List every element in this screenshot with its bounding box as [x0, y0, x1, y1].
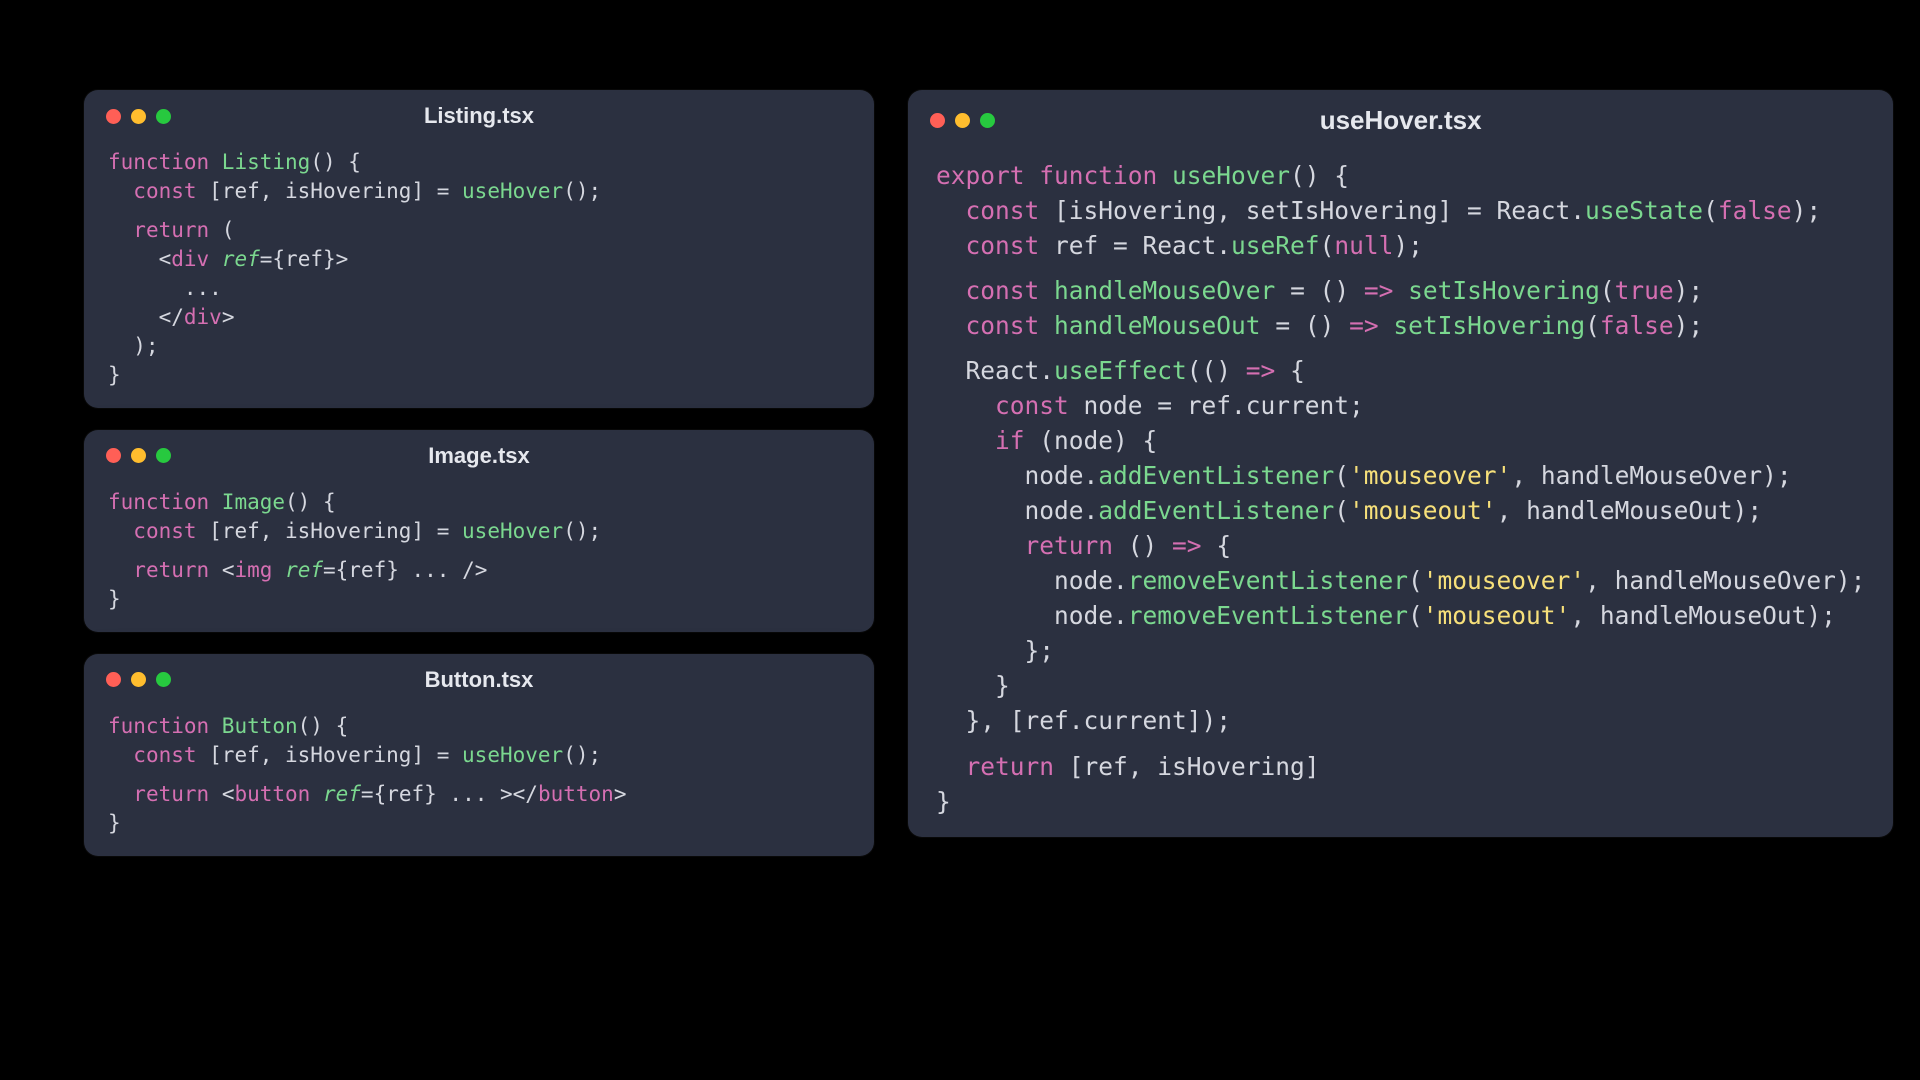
window-usehover-code[interactable]: export function useHover() { const [isHo…: [908, 150, 1893, 819]
window-button-code[interactable]: function Button() { const [ref, isHoveri…: [84, 706, 874, 838]
close-icon[interactable]: [930, 113, 945, 128]
window-usehover-title: useHover.tsx: [908, 105, 1893, 136]
window-image-traffic-lights: [106, 448, 171, 463]
zoom-icon[interactable]: [980, 113, 995, 128]
zoom-icon[interactable]: [156, 109, 171, 124]
left-column: Listing.tsx function Listing() { const […: [84, 90, 874, 856]
window-usehover-titlebar: useHover.tsx: [908, 90, 1893, 150]
window-listing-traffic-lights: [106, 109, 171, 124]
window-listing-title: Listing.tsx: [84, 103, 874, 129]
window-button-title: Button.tsx: [84, 667, 874, 693]
window-image-titlebar: Image.tsx: [84, 430, 874, 482]
window-image: Image.tsx function Image() { const [ref,…: [84, 430, 874, 632]
window-listing-titlebar: Listing.tsx: [84, 90, 874, 142]
stage: Listing.tsx function Listing() { const […: [0, 0, 1920, 856]
window-usehover: useHover.tsx export function useHover() …: [908, 90, 1893, 837]
window-button-traffic-lights: [106, 672, 171, 687]
window-button-titlebar: Button.tsx: [84, 654, 874, 706]
minimize-icon[interactable]: [131, 448, 146, 463]
minimize-icon[interactable]: [955, 113, 970, 128]
zoom-icon[interactable]: [156, 448, 171, 463]
minimize-icon[interactable]: [131, 109, 146, 124]
window-image-title: Image.tsx: [84, 443, 874, 469]
window-image-code[interactable]: function Image() { const [ref, isHoverin…: [84, 482, 874, 614]
close-icon[interactable]: [106, 448, 121, 463]
close-icon[interactable]: [106, 109, 121, 124]
minimize-icon[interactable]: [131, 672, 146, 687]
close-icon[interactable]: [106, 672, 121, 687]
window-listing-code[interactable]: function Listing() { const [ref, isHover…: [84, 142, 874, 390]
right-column: useHover.tsx export function useHover() …: [908, 90, 1893, 856]
zoom-icon[interactable]: [156, 672, 171, 687]
window-usehover-traffic-lights: [930, 113, 995, 128]
window-listing: Listing.tsx function Listing() { const […: [84, 90, 874, 408]
window-button: Button.tsx function Button() { const [re…: [84, 654, 874, 856]
